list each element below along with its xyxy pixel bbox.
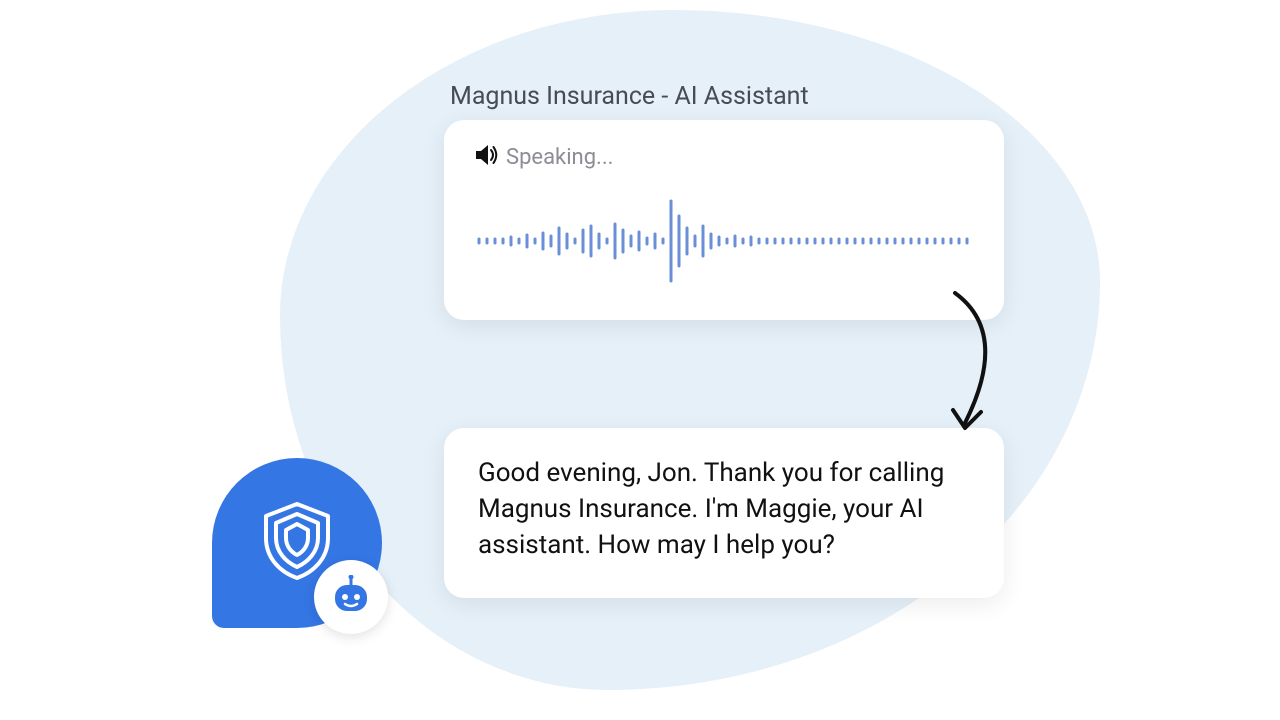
- speaking-label: Speaking...: [506, 145, 613, 170]
- bot-badge: [314, 560, 388, 634]
- assistant-title: Magnus Insurance - AI Assistant: [450, 82, 809, 111]
- speaking-status: Speaking...: [474, 144, 974, 170]
- transcript-card: Good evening, Jon. Thank you for calling…: [444, 428, 1004, 598]
- arrow-icon: [895, 288, 1015, 448]
- assistant-avatar: [212, 458, 412, 648]
- avatar-bubble: [212, 458, 382, 628]
- audio-waveform: [474, 196, 974, 286]
- bot-icon: [329, 575, 373, 619]
- speaker-icon: [474, 144, 498, 170]
- transcript-text: Good evening, Jon. Thank you for calling…: [478, 456, 970, 564]
